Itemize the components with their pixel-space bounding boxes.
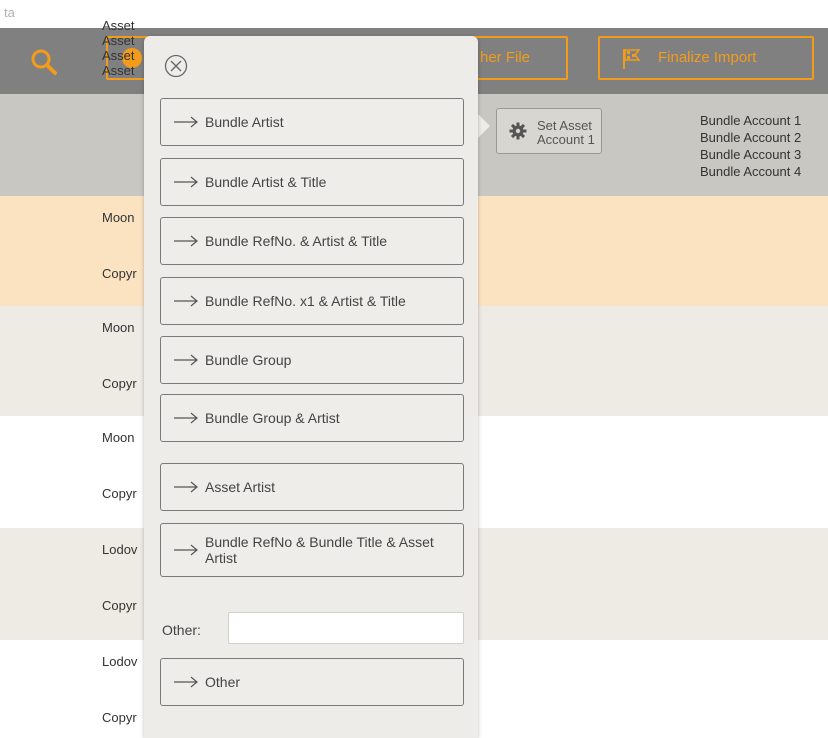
option-bundle-refno-x1-artist-title[interactable]: Bundle RefNo. x1 & Artist & Title [160,277,464,325]
option-bundle-artist-title[interactable]: Bundle Artist & Title [160,158,464,206]
set-asset-line2: Account 1 [537,132,595,147]
other-file-label: her File [480,49,531,66]
asset-field-label: Asset [102,18,135,33]
option-bundle-refno-artist-title[interactable]: Bundle RefNo. & Artist & Title [160,217,464,265]
popover-arrow [476,112,490,140]
arrow-right-icon [174,412,198,424]
option-label: Bundle Group [205,352,292,368]
option-bundle-refno-title-asset-artist[interactable]: Bundle RefNo & Bundle Title & Asset Arti… [160,523,464,577]
checkered-flag-icon [623,49,641,69]
row-title: Moon [102,210,135,225]
other-button-label: Other [205,674,241,690]
option-label: Bundle Artist & Title [205,174,327,190]
bundle-account-item: Bundle Account 1 [700,113,802,128]
arrow-right-icon [174,544,198,556]
finalize-import-button[interactable]: Finalize Import [598,36,814,80]
set-asset-account-button[interactable]: Set Asset Account 1 [496,108,602,154]
arrow-right-icon [174,116,198,128]
row-title: Lodov [102,654,138,669]
search-icon [31,49,57,75]
row-copyright: Copyr [102,710,137,725]
asset-field-label: Asset [102,33,135,48]
bundle-account-item: Bundle Account 3 [700,147,802,162]
close-circle-icon [164,54,188,78]
row-title: Moon [102,430,135,445]
row-title: Lodov [102,542,138,557]
option-label: Asset Artist [205,479,276,495]
option-label: Bundle RefNo & Bundle Title & Asset Arti… [205,534,434,566]
other-label: Other: [162,622,201,638]
bundle-match-popover: Bundle Artist Bundle Artist & Title Bund… [144,36,478,738]
set-asset-account-label: Set Asset Account 1 [537,119,595,147]
option-bundle-group-artist[interactable]: Bundle Group & Artist [160,394,464,442]
arrow-right-icon [174,354,198,366]
other-input[interactable] [228,612,464,644]
row-copyright: Copyr [102,266,137,281]
option-label: Bundle RefNo. & Artist & Title [205,233,388,249]
row-title: Moon [102,320,135,335]
gear-icon [509,122,527,140]
finalize-import-label: Finalize Import [658,49,757,66]
other-button[interactable]: Other [160,658,464,706]
option-label: Bundle Group & Artist [205,410,340,426]
row-copyright: Copyr [102,486,137,501]
window-title-text: ta [4,5,15,20]
option-bundle-group[interactable]: Bundle Group [160,336,464,384]
bundle-account-item: Bundle Account 4 [700,164,802,179]
option-asset-artist[interactable]: Asset Artist [160,463,464,511]
option-label: Bundle Artist [205,114,284,130]
arrow-right-icon [174,481,198,493]
search-button[interactable] [30,48,58,76]
close-popover-button[interactable] [164,54,188,83]
arrow-right-icon [174,176,198,188]
asset-field-label: Asset [102,63,135,78]
bundle-account-item: Bundle Account 2 [700,130,802,145]
arrow-right-icon [174,676,198,688]
arrow-right-icon [174,235,198,247]
asset-field-list: Asset Asset Asset Asset [102,18,135,78]
option-bundle-artist[interactable]: Bundle Artist [160,98,464,146]
arrow-right-icon [174,295,198,307]
row-copyright: Copyr [102,376,137,391]
set-asset-line1: Set Asset [537,118,592,133]
bundle-account-list: Bundle Account 1 Bundle Account 2 Bundle… [700,112,801,180]
option-label: Bundle RefNo. x1 & Artist & Title [205,293,406,309]
asset-field-label: Asset [102,48,135,63]
row-copyright: Copyr [102,598,137,613]
